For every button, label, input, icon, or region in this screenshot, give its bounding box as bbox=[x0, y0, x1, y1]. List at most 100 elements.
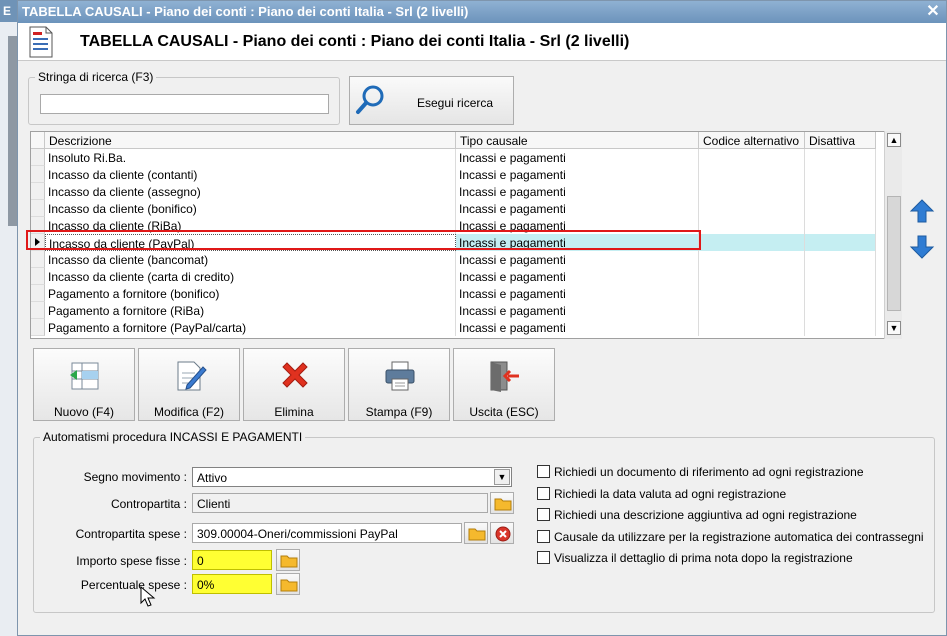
cell-tipo-causale[interactable]: Incassi e pagamenti bbox=[456, 183, 699, 200]
cell-descrizione[interactable]: Pagamento a fornitore (RiBa) bbox=[45, 302, 456, 319]
contropartita-browse-button[interactable] bbox=[490, 492, 514, 514]
column-header-descrizione[interactable]: Descrizione bbox=[45, 132, 456, 149]
search-input[interactable] bbox=[40, 94, 329, 114]
row-indicator[interactable] bbox=[31, 200, 45, 217]
column-header-disattiva[interactable]: Disattiva bbox=[805, 132, 876, 149]
option-checkbox[interactable] bbox=[537, 551, 550, 564]
option-checkbox[interactable] bbox=[537, 465, 550, 478]
search-button[interactable]: Esegui ricerca bbox=[349, 76, 514, 125]
contropartita-field[interactable]: Clienti bbox=[192, 493, 488, 513]
table-row[interactable]: Incasso da cliente (bancomat) Incassi e p… bbox=[31, 251, 876, 268]
folder-icon bbox=[494, 498, 512, 511]
row-indicator[interactable] bbox=[31, 285, 45, 302]
cell-tipo-causale[interactable]: Incassi e pagamenti bbox=[456, 319, 699, 336]
cell-descrizione[interactable]: Incasso da cliente (bonifico) bbox=[45, 200, 456, 217]
cell-tipo-causale[interactable]: Incassi e pagamenti bbox=[456, 166, 699, 183]
table-row[interactable]: Pagamento a fornitore (bonifico) Incassi … bbox=[31, 285, 876, 302]
cell-descrizione[interactable]: Pagamento a fornitore (bonifico) bbox=[45, 285, 456, 302]
option-checkbox-label: Richiedi un documento di riferimento ad … bbox=[554, 465, 864, 479]
cell-tipo-causale[interactable]: Incassi e pagamenti bbox=[456, 302, 699, 319]
cell-tipo-causale[interactable]: Incassi e pagamenti bbox=[456, 149, 699, 166]
cell-descrizione[interactable]: Incasso da cliente (bancomat) bbox=[45, 251, 456, 268]
cell-disattiva[interactable] bbox=[805, 217, 876, 234]
table-row[interactable]: Insoluto Ri.Ba. Incassi e pagamenti bbox=[31, 149, 876, 166]
table-row[interactable]: Incasso da cliente (assegno) Incassi e pa… bbox=[31, 183, 876, 200]
cell-codice-alternativo[interactable] bbox=[699, 319, 805, 336]
scroll-down-arrow-icon[interactable]: ▼ bbox=[887, 321, 901, 335]
cell-descrizione[interactable]: Incasso da cliente (carta di credito) bbox=[45, 268, 456, 285]
cell-disattiva[interactable] bbox=[805, 234, 876, 251]
option-checkbox-label: Causale da utilizzare per la registrazio… bbox=[554, 529, 924, 544]
cell-tipo-causale[interactable]: Incassi e pagamenti bbox=[456, 251, 699, 268]
cell-descrizione[interactable]: Incasso da cliente (assegno) bbox=[45, 183, 456, 200]
row-indicator[interactable] bbox=[31, 251, 45, 268]
option-checkbox[interactable] bbox=[537, 486, 550, 500]
column-header-codice-alternativo[interactable]: Codice alternativo bbox=[699, 132, 805, 149]
cell-disattiva[interactable] bbox=[805, 285, 876, 302]
chevron-down-icon[interactable]: ▼ bbox=[494, 469, 510, 485]
row-indicator[interactable] bbox=[31, 166, 45, 183]
cell-disattiva[interactable] bbox=[805, 200, 876, 217]
cell-codice-alternativo[interactable] bbox=[699, 251, 805, 268]
stampa-button[interactable]: Stampa (F9) bbox=[348, 348, 450, 421]
close-button[interactable]: ✕ bbox=[924, 3, 942, 21]
contropartita-spese-browse-button[interactable] bbox=[464, 522, 488, 544]
elimina-button[interactable]: Elimina bbox=[243, 348, 345, 421]
cell-disattiva[interactable] bbox=[805, 302, 876, 319]
move-down-button[interactable] bbox=[908, 233, 936, 261]
table-row[interactable]: Incasso da cliente (contanti) Incassi e p… bbox=[31, 166, 876, 183]
modifica-button-label: Modifica (F2) bbox=[153, 405, 224, 419]
modifica-button[interactable]: Modifica (F2) bbox=[138, 348, 240, 421]
cell-disattiva[interactable] bbox=[805, 183, 876, 200]
cell-codice-alternativo[interactable] bbox=[699, 234, 805, 251]
cell-codice-alternativo[interactable] bbox=[699, 302, 805, 319]
cell-codice-alternativo[interactable] bbox=[699, 285, 805, 302]
cell-disattiva[interactable] bbox=[805, 251, 876, 268]
row-indicator[interactable] bbox=[31, 302, 45, 319]
percentuale-spese-field[interactable]: 0% bbox=[192, 574, 272, 594]
row-indicator[interactable] bbox=[31, 149, 45, 166]
cell-codice-alternativo[interactable] bbox=[699, 149, 805, 166]
cell-descrizione[interactable]: Pagamento a fornitore (PayPal/carta) bbox=[45, 319, 456, 336]
move-up-button[interactable] bbox=[908, 197, 936, 225]
segno-movimento-select[interactable]: Attivo ▼ bbox=[192, 467, 512, 487]
row-indicator[interactable] bbox=[31, 319, 45, 336]
uscita-button[interactable]: Uscita (ESC) bbox=[453, 348, 555, 421]
cell-disattiva[interactable] bbox=[805, 166, 876, 183]
scroll-thumb[interactable] bbox=[887, 196, 901, 311]
cell-descrizione[interactable]: Incasso da cliente (contanti) bbox=[45, 166, 456, 183]
row-indicator[interactable] bbox=[31, 268, 45, 285]
nuovo-button[interactable]: Nuovo (F4) bbox=[33, 348, 135, 421]
table-row[interactable]: Pagamento a fornitore (RiBa) Incassi e pa… bbox=[31, 302, 876, 319]
cell-codice-alternativo[interactable] bbox=[699, 183, 805, 200]
importo-spese-field[interactable]: 0 bbox=[192, 550, 272, 570]
table-row[interactable]: Incasso da cliente (carta di credito) Inc… bbox=[31, 268, 876, 285]
importo-spese-browse-button[interactable] bbox=[276, 549, 300, 571]
scroll-up-arrow-icon[interactable]: ▲ bbox=[887, 133, 901, 147]
cell-codice-alternativo[interactable] bbox=[699, 217, 805, 234]
delete-x-icon bbox=[282, 362, 308, 388]
contropartita-spese-clear-button[interactable] bbox=[490, 522, 514, 544]
cell-tipo-causale[interactable]: Incassi e pagamenti bbox=[456, 285, 699, 302]
table-row[interactable]: Pagamento a fornitore (PayPal/carta) Inca… bbox=[31, 319, 876, 336]
cell-disattiva[interactable] bbox=[805, 268, 876, 285]
cell-codice-alternativo[interactable] bbox=[699, 268, 805, 285]
contropartita-spese-field[interactable]: 309.00004-Oneri/commissioni PayPal bbox=[192, 523, 462, 543]
percentuale-spese-browse-button[interactable] bbox=[276, 573, 300, 595]
stampa-button-label: Stampa (F9) bbox=[365, 405, 433, 419]
causali-window: TABELLA CAUSALI - Piano dei conti : Pian… bbox=[17, 0, 947, 636]
row-indicator[interactable] bbox=[31, 183, 45, 200]
table-row[interactable]: Incasso da cliente (bonifico) Incassi e p… bbox=[31, 200, 876, 217]
folder-icon bbox=[468, 528, 486, 541]
cell-codice-alternativo[interactable] bbox=[699, 200, 805, 217]
cell-tipo-causale[interactable]: Incassi e pagamenti bbox=[456, 200, 699, 217]
option-checkbox[interactable] bbox=[537, 508, 550, 521]
cell-disattiva[interactable] bbox=[805, 149, 876, 166]
cell-disattiva[interactable] bbox=[805, 319, 876, 336]
table-vertical-scrollbar[interactable]: ▲ ▼ bbox=[884, 131, 902, 339]
column-header-tipo-causale[interactable]: Tipo causale bbox=[456, 132, 699, 149]
cell-tipo-causale[interactable]: Incassi e pagamenti bbox=[456, 268, 699, 285]
option-checkbox[interactable] bbox=[537, 529, 550, 543]
cell-codice-alternativo[interactable] bbox=[699, 166, 805, 183]
cell-descrizione[interactable]: Insoluto Ri.Ba. bbox=[45, 149, 456, 166]
